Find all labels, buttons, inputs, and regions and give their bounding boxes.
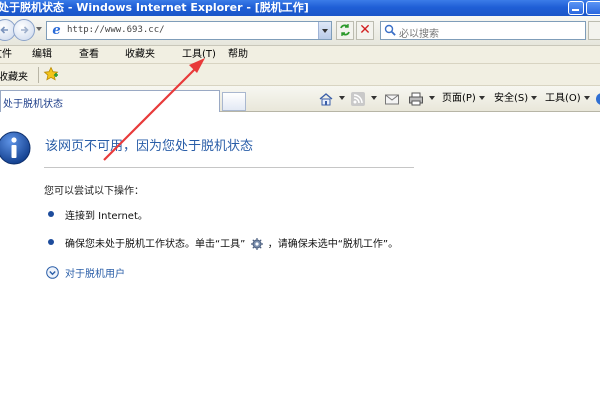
search-icon <box>384 24 396 36</box>
add-favorites-star-icon[interactable] <box>43 66 59 82</box>
stop-icon: ✕ <box>359 22 371 38</box>
print-icon[interactable] <box>408 91 424 107</box>
gear-icon <box>250 238 263 250</box>
menu-bar: 文件 编辑 查看 收藏夹 工具(T) 帮助 <box>0 46 600 64</box>
feeds-icon[interactable] <box>350 91 366 107</box>
tab-offline[interactable]: 处于脱机状态 <box>0 90 220 112</box>
info-icon <box>0 131 31 165</box>
search-placeholder: 必以搜索 <box>399 29 439 40</box>
bullet-marker <box>48 239 54 245</box>
safety-menu[interactable]: 安全(S) <box>494 92 538 106</box>
menu-help[interactable]: 帮助 <box>228 48 248 62</box>
window-title: 处于脱机状态 - Windows Internet Explorer - [脱机… <box>0 1 309 14</box>
refresh-icon <box>340 24 350 36</box>
menu-tools[interactable]: 工具(T) <box>182 48 216 62</box>
minimize-button[interactable] <box>568 1 584 15</box>
forward-button[interactable] <box>13 19 35 41</box>
safety-menu-label: 安全(S) <box>494 93 529 104</box>
home-dropdown[interactable] <box>336 92 345 106</box>
title-bar: 处于脱机状态 - Windows Internet Explorer - [脱机… <box>0 0 600 16</box>
address-toolbar: e http://www.693.cc/ ✕ 必以搜索 <box>0 16 600 46</box>
favorites-bar: 收藏夹 <box>0 64 600 86</box>
forward-arrow-icon <box>21 26 29 34</box>
expand-chevron-icon[interactable] <box>46 266 59 279</box>
maximize-button[interactable] <box>586 1 600 15</box>
refresh-button[interactable] <box>336 21 354 40</box>
divider <box>44 167 414 168</box>
suggestion-offline: 确保您未处于脱机工作状态。单击“工具” ，请确保未选中“脱机工作”。 <box>65 235 398 250</box>
suggestion-offline-text-1: 确保您未处于脱机工作状态。单击“工具” <box>65 239 246 250</box>
offline-users-link[interactable]: 对于脱机用户 <box>65 265 125 280</box>
search-go-button[interactable] <box>588 21 600 40</box>
feeds-dropdown[interactable] <box>368 92 377 106</box>
page-title: 该网页不可用，因为您处于脱机状态 <box>45 139 254 154</box>
menu-edit[interactable]: 编辑 <box>32 48 52 62</box>
menu-file[interactable]: 文件 <box>0 48 12 62</box>
help-icon[interactable] <box>594 91 600 107</box>
mail-icon[interactable] <box>384 91 400 107</box>
tab-and-command-bar: 处于脱机状态 页面(P) 安全(S) 工具(O) <box>0 86 600 112</box>
home-icon[interactable] <box>318 91 334 107</box>
tools-menu-label: 工具(O) <box>545 93 581 104</box>
page-menu-label: 页面(P) <box>442 93 476 104</box>
page-content: 该网页不可用，因为您处于脱机状态 您可以尝试以下操作： 连接到 Internet… <box>0 112 600 400</box>
page-menu[interactable]: 页面(P) <box>442 92 485 106</box>
favorites-label[interactable]: 收藏夹 <box>0 68 28 83</box>
search-box[interactable]: 必以搜索 <box>380 21 586 40</box>
suggestion-connect: 连接到 Internet。 <box>65 211 148 222</box>
suggestions-heading: 您可以尝试以下操作： <box>44 186 144 197</box>
new-tab-button[interactable] <box>222 92 246 111</box>
menu-favorites[interactable]: 收藏夹 <box>125 48 155 62</box>
menu-view[interactable]: 查看 <box>79 48 99 62</box>
recent-pages-dropdown[interactable] <box>36 27 42 31</box>
stop-button[interactable]: ✕ <box>356 21 374 40</box>
tools-menu[interactable]: 工具(O) <box>545 92 590 106</box>
back-arrow-icon <box>0 26 8 34</box>
bullet-marker <box>48 211 54 217</box>
address-url[interactable]: http://www.693.cc/ <box>67 25 165 35</box>
suggestion-offline-text-2: ，请确保未选中“脱机工作”。 <box>267 239 399 250</box>
address-field[interactable]: e http://www.693.cc/ <box>46 21 332 40</box>
print-dropdown[interactable] <box>426 92 435 106</box>
address-dropdown-button[interactable] <box>318 22 331 39</box>
tab-title: 处于脱机状态 <box>3 99 63 110</box>
ie-page-icon: e <box>52 23 61 38</box>
favorites-separator <box>38 67 39 83</box>
